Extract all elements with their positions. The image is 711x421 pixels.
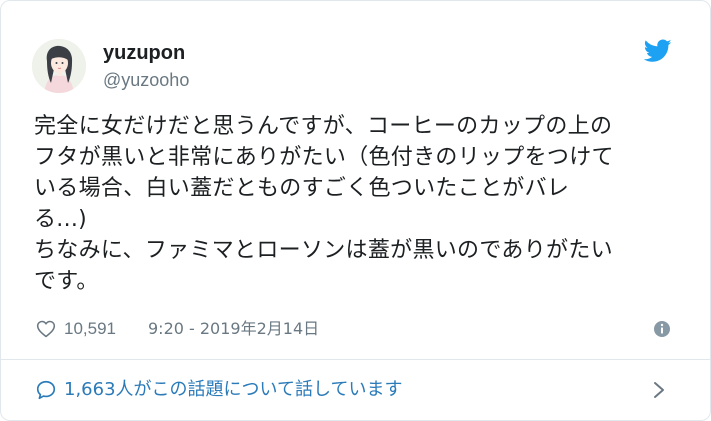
tweet-text-line: です。 [34,269,99,294]
conversation-link[interactable]: 1,663人がこの話題について話しています [1,360,710,420]
tweet-text-line: いる場合、白い蓋だとものすごく色ついたことがバレ [34,176,570,201]
avatar-illustration-icon [32,39,86,93]
tweet-text-line: 完全に女だけだと思うんですが、コーヒーのカップの上の [34,114,613,139]
heart-icon[interactable] [36,319,56,339]
info-icon[interactable] [653,320,671,338]
conversation-count-text[interactable]: 1,663人がこの話題について話しています [64,376,402,404]
chevron-right-icon[interactable] [652,380,666,400]
timestamp[interactable]: 9:20 - 2019年2月14日 [148,316,319,342]
twitter-bird-icon[interactable] [644,39,672,63]
like-count[interactable]: 10,591 [64,316,116,342]
tweet-text-line: ちなみに、ファミマとローソンは蓋が黒いのでありがたい [34,238,613,263]
tweet-text: 完全に女だけだと思うんですが、コーヒーのカップの上の フタが黒いと非常にありがた… [34,111,674,297]
tweet-meta: 10,591 9:20 - 2019年2月14日 [36,316,676,342]
tweet-header: yuzupon @yuzooho [32,39,672,93]
display-name[interactable]: yuzupon [103,41,189,65]
tweet-text-line: フタが黒いと非常にありがたい（色付きのリップをつけて [34,145,614,170]
screen-name[interactable]: @yuzooho [103,68,189,92]
tweet-text-line: る...) [34,207,88,232]
author-names: yuzupon @yuzooho [103,41,189,92]
speech-bubble-icon [36,380,56,400]
avatar[interactable] [32,39,86,93]
tweet-card: yuzupon @yuzooho 完全に女だけだと思うんですが、コーヒーのカップ… [0,0,711,421]
